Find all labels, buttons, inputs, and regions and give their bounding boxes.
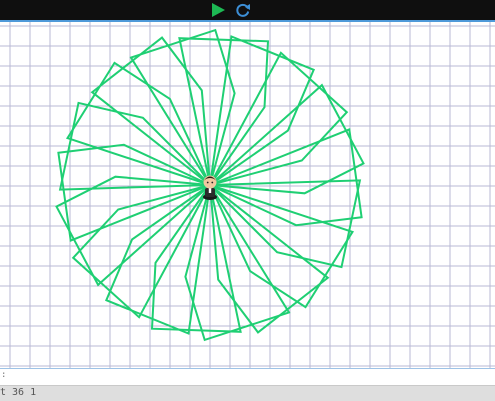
status-bar: t 36 1	[0, 385, 495, 401]
canvas-drawing	[0, 22, 495, 368]
run-button[interactable]	[206, 1, 230, 19]
grid-lines	[0, 22, 495, 368]
top-toolbar	[0, 0, 495, 20]
stage-bottom-strip	[0, 368, 495, 385]
drawn-shape	[209, 51, 349, 186]
status-text: t 36 1	[0, 387, 37, 398]
drawn-shape	[71, 184, 211, 319]
drawing-canvas[interactable]	[0, 22, 495, 368]
play-icon	[212, 3, 225, 17]
stage-corner-mark: :	[1, 370, 7, 380]
reset-button[interactable]	[233, 1, 253, 19]
refresh-icon	[236, 3, 250, 17]
